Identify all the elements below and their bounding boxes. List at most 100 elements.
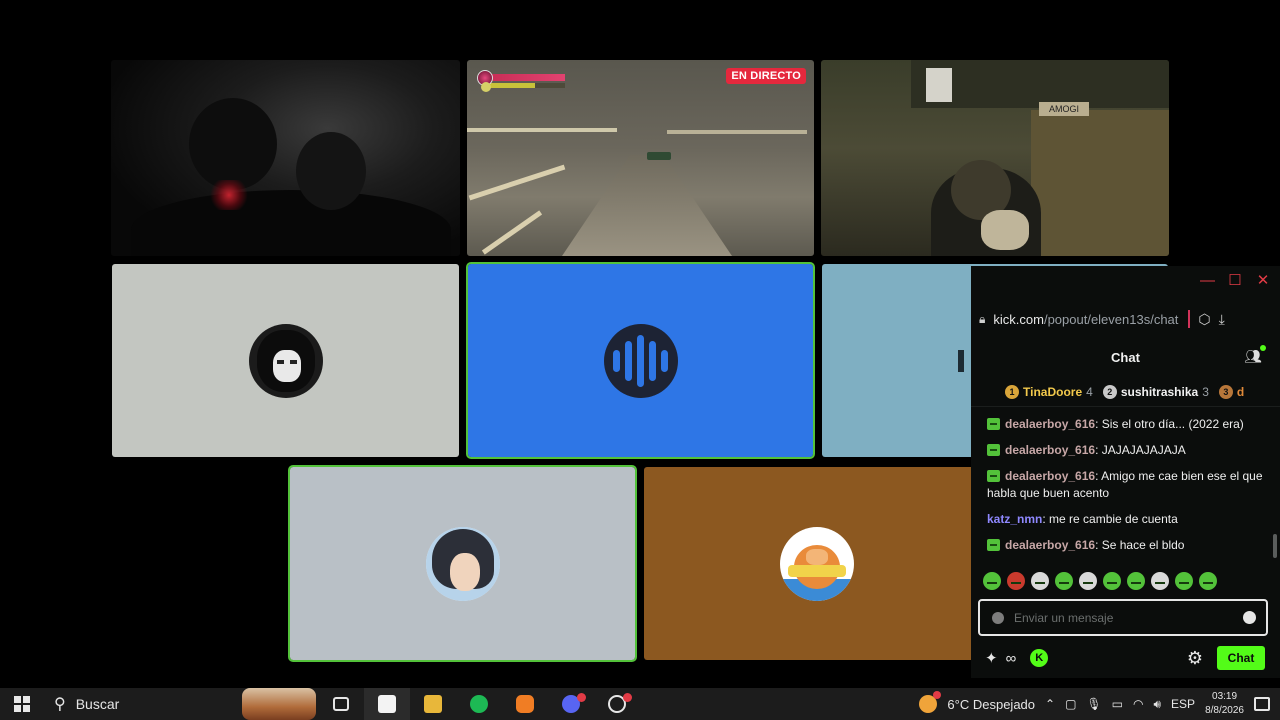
weather-alert-badge: [933, 691, 942, 699]
extensions-icon[interactable]: ⬡: [1198, 311, 1210, 328]
emote-icon[interactable]: [1199, 572, 1217, 590]
leaderboard-entry[interactable]: 2 sushitrashika 3: [1102, 382, 1209, 402]
microphone-icon[interactable]: 🎙︎: [1086, 697, 1101, 711]
player-coin-icon: [481, 82, 491, 92]
search-highlight-image[interactable]: [242, 688, 316, 720]
chat-message: dealaerboy_616: Sis el otro día... (2022…: [987, 416, 1269, 433]
chat-scrollbar[interactable]: [1273, 534, 1277, 558]
chat-text: Se hace el bldo: [1101, 538, 1185, 552]
people-icon[interactable]: ✦: [985, 649, 998, 667]
cam-red-light: [209, 180, 249, 210]
emote-icon[interactable]: [1007, 572, 1025, 590]
notepad-icon: [378, 695, 396, 713]
emote-icon[interactable]: [1175, 572, 1193, 590]
rank-medal-icon: 3: [1218, 385, 1233, 399]
participant-tile[interactable]: [644, 467, 989, 660]
infinity-icon[interactable]: ∞: [1006, 650, 1017, 667]
mana-bar-empty: [535, 83, 565, 88]
emote-icon[interactable]: [1055, 572, 1073, 590]
volume-icon[interactable]: 🔊︎: [1153, 697, 1161, 712]
meet-now-icon[interactable]: ▢: [1065, 697, 1076, 711]
chat-message-input[interactable]: [1014, 610, 1224, 625]
leader-count: 3: [1202, 385, 1209, 399]
emote-icon[interactable]: [1079, 572, 1097, 590]
game-stream-feed[interactable]: EN DIRECTO: [467, 60, 814, 256]
leader-count: 4: [1086, 385, 1093, 399]
emote-icon[interactable]: [1103, 572, 1121, 590]
participant-tile[interactable]: [112, 264, 459, 457]
webcam-feed-1[interactable]: [111, 60, 460, 256]
url[interactable]: kick.com/popout/eleven13s/chat: [993, 312, 1178, 327]
participant-tile-speaking[interactable]: [466, 262, 815, 459]
windows-logo-icon: [14, 696, 30, 712]
cam-silhouette: [131, 190, 451, 256]
chat-input-box[interactable]: [978, 599, 1268, 636]
avatar-eye: [289, 359, 297, 364]
battery-icon[interactable]: ▭: [1112, 697, 1123, 711]
wave-bar: [637, 334, 644, 387]
chat-leaderboard: 1 TinaDoore 4 2 sushitrashika 3 3 d: [1005, 382, 1280, 402]
leaderboard-entry[interactable]: 1 TinaDoore 4: [1005, 382, 1093, 402]
leaderboard-entry[interactable]: 3d: [1218, 382, 1248, 402]
chat-text: Sis el otro día... (2022 era): [1101, 417, 1244, 431]
download-icon[interactable]: ⤓: [1219, 311, 1225, 328]
chat-colon: :: [1095, 538, 1102, 552]
emote-icon[interactable]: [1031, 572, 1049, 590]
subscriber-badge-icon: [987, 444, 1000, 456]
subscriber-badge-icon: [987, 418, 1000, 430]
emote-icon[interactable]: [1151, 572, 1169, 590]
taskbar-apps: [318, 688, 640, 720]
gear-icon[interactable]: ⚙: [1187, 648, 1203, 669]
start-button[interactable]: [0, 688, 44, 720]
notification-center-icon[interactable]: [1254, 697, 1270, 711]
chat-message: katz_nmn: me re cambie de cuenta: [987, 511, 1269, 528]
chat-message: dealaerboy_616: JAJAJAJAJAJA: [987, 442, 1269, 459]
send-chat-button[interactable]: Chat: [1217, 646, 1265, 670]
file-explorer-app[interactable]: [410, 688, 456, 720]
chevron-up-icon[interactable]: ⌃: [1045, 697, 1055, 711]
participant-avatar: [779, 526, 854, 601]
wave-bar: [625, 340, 632, 381]
close-icon[interactable]: ✕: [1256, 273, 1270, 288]
chat-username[interactable]: dealaerboy_616: [1005, 417, 1095, 431]
screen: EN DIRECTO AMOGI — ☐ ✕ 🔒︎ kick.com/popou…: [0, 0, 1280, 720]
discord-app[interactable]: [548, 688, 594, 720]
obs-app[interactable]: [594, 688, 640, 720]
kick-logo-icon[interactable]: K: [1030, 649, 1049, 667]
emote-icon[interactable]: [983, 572, 1001, 590]
road-line: [667, 130, 807, 134]
participant-avatar: [248, 323, 323, 398]
maximize-icon[interactable]: ☐: [1228, 273, 1242, 288]
participant-tile-speaking[interactable]: [288, 465, 637, 662]
url-path: /popout/eleven13s/chat: [1043, 311, 1179, 327]
search-icon: ⚲: [54, 696, 66, 713]
emoji-picker-icon[interactable]: [1243, 611, 1256, 624]
chat-username[interactable]: katz_nmn: [987, 512, 1042, 526]
wave-bar: [661, 349, 668, 372]
notepad-app[interactable]: [364, 688, 410, 720]
fl-studio-app[interactable]: [502, 688, 548, 720]
chat-username[interactable]: dealaerboy_616: [1005, 443, 1095, 457]
language-indicator[interactable]: ESP: [1171, 697, 1195, 711]
emote-icon[interactable]: [1127, 572, 1145, 590]
minimize-icon[interactable]: —: [1200, 273, 1215, 288]
road-line: [468, 164, 566, 201]
weather-icon[interactable]: [919, 691, 942, 713]
weather-text[interactable]: 6°C Despejado: [947, 697, 1035, 712]
users-icon[interactable]: 👥︎: [1244, 345, 1266, 366]
chat-colon: :: [1095, 443, 1102, 457]
chat-messages: dealaerboy_616: Sis el otro día... (2022…: [987, 416, 1269, 563]
fl-studio-icon: [516, 695, 534, 713]
webcam-feed-2[interactable]: AMOGI: [821, 60, 1169, 256]
chat-username[interactable]: dealaerboy_616: [1005, 469, 1095, 483]
address-bar[interactable]: 🔒︎ kick.com/popout/eleven13s/chat ⬡ ⤓: [979, 306, 1274, 332]
clock-time: 03:19: [1212, 691, 1238, 702]
spotify-app[interactable]: [456, 688, 502, 720]
window-controls: — ☐ ✕: [1200, 273, 1270, 288]
task-view-button[interactable]: [318, 688, 364, 720]
clock[interactable]: 03:19 8/8/2026: [1205, 690, 1244, 718]
chat-username[interactable]: dealaerboy_616: [1005, 538, 1095, 552]
avatar-face: [272, 349, 301, 382]
wifi-icon[interactable]: ◠: [1133, 697, 1143, 711]
taskbar-search[interactable]: ⚲ Buscar: [44, 688, 316, 720]
